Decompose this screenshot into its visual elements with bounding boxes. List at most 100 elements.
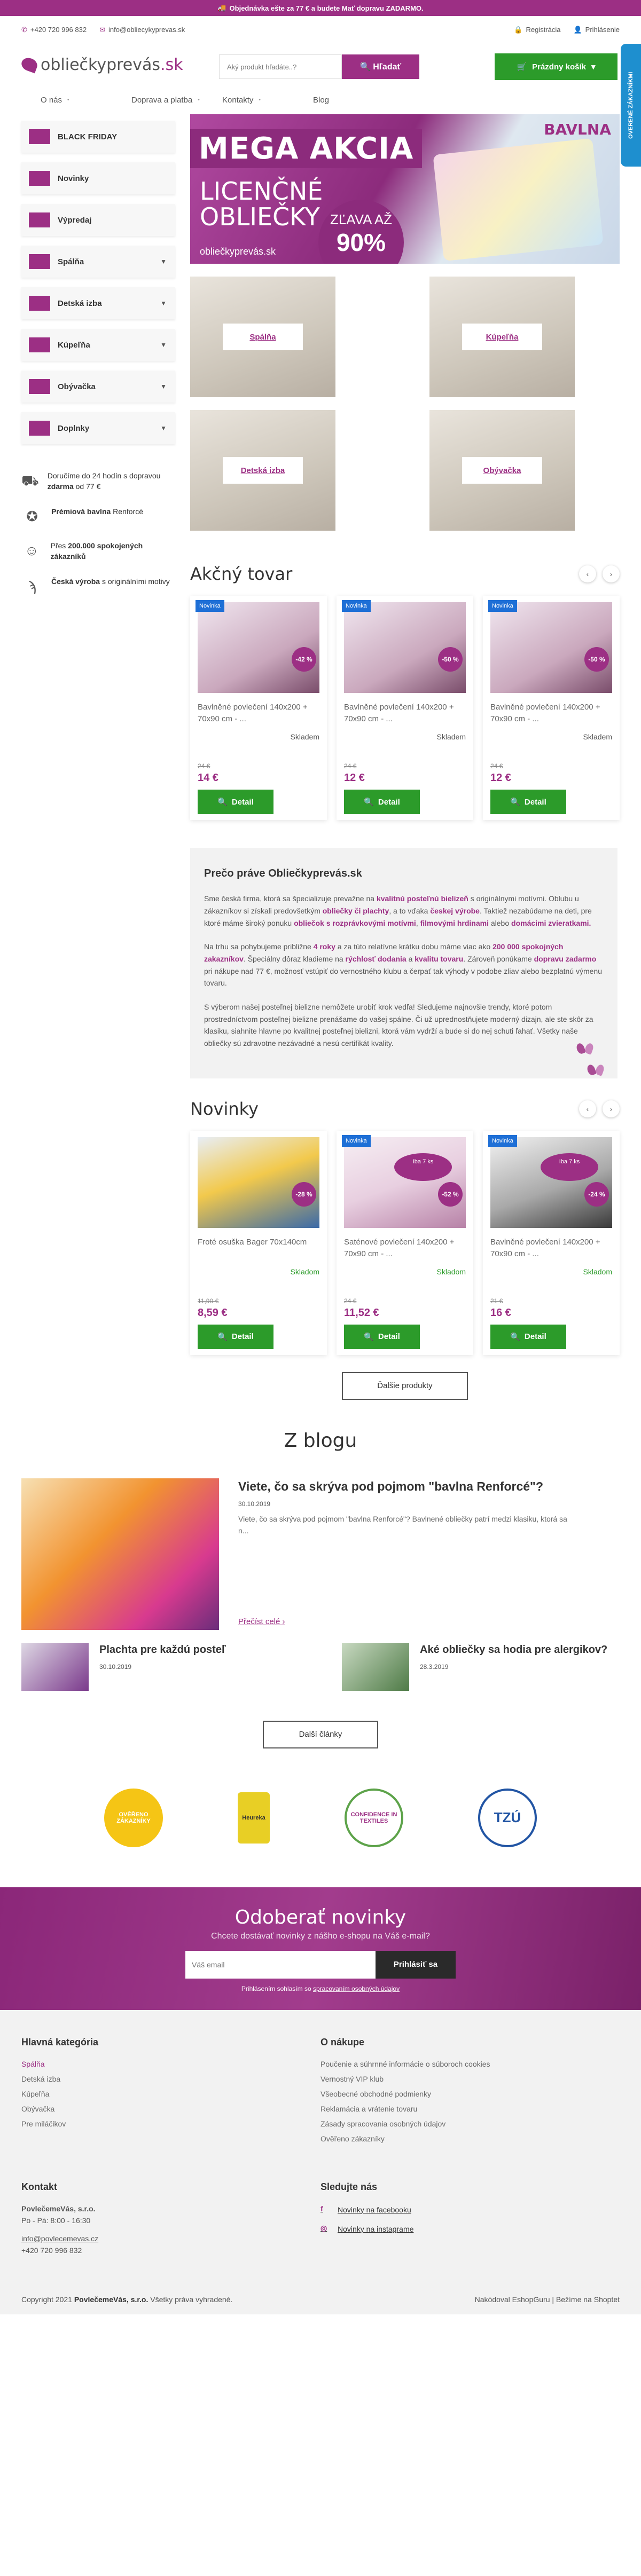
cart-button[interactable]: 🛒 Prázdny košík ▾ [495, 53, 617, 80]
footer-link[interactable]: Všeobecné obchodné podmienky [320, 2090, 620, 2098]
product-name[interactable]: Saténové povlečení 140x200 + 70x90 cm - … [344, 1236, 466, 1260]
tile-kupelna[interactable]: Kúpeľňa [429, 277, 575, 397]
nav-label: Doprava a platba [131, 95, 193, 105]
search-input[interactable] [219, 54, 342, 79]
footer-link[interactable]: Kúpeľňa [21, 2090, 320, 2098]
detail-button[interactable]: 🔍 Detail [490, 1324, 566, 1349]
footer-link[interactable]: Spálňa [21, 2060, 320, 2068]
register-link[interactable]: 🔒 Registrácia [514, 26, 560, 34]
chevron-down-icon[interactable]: ▼ [160, 300, 167, 307]
product-name[interactable]: Bavlněné povlečení 140x200 + 70x90 cm - … [344, 702, 466, 725]
product-card[interactable]: Novinka -42 % Bavlněné povlečení 140x200 … [190, 596, 327, 820]
chevron-left-icon[interactable]: ‹ [579, 565, 596, 582]
verified-customers-seal[interactable]: OVĚŘENO ZÁKAZNÍKY [104, 1788, 163, 1847]
limited-stock-badge: Iba 7 ks [394, 1153, 452, 1181]
newsletter-title: Odoberať novinky [234, 1906, 407, 1928]
product-image[interactable]: Novinka -42 % [196, 600, 319, 693]
more-products-button[interactable]: Ďalšie produkty [342, 1372, 468, 1400]
blog-post-image[interactable] [342, 1642, 409, 1691]
detail-button[interactable]: 🔍 Detail [490, 790, 566, 814]
footer-link[interactable]: Pre miláčikov [21, 2120, 320, 2128]
blog-main-post[interactable]: Viete, čo sa skrýva pod pojmom "bavlna R… [21, 1478, 620, 1630]
category-label: Spálňa [58, 257, 84, 266]
price: 12 € [490, 772, 511, 784]
product-image[interactable]: Novinka -50 % [488, 600, 612, 693]
product-name[interactable]: Bavlněné povlečení 140x200 + 70x90 cm - … [198, 702, 319, 725]
detail-button[interactable]: 🔍 Detail [344, 790, 420, 814]
chevron-down-icon[interactable]: ▼ [160, 258, 167, 265]
read-more-link[interactable]: Přečíst celé › [238, 1617, 285, 1626]
product-image[interactable]: Novinka -50 % [342, 600, 466, 693]
category-tiles: Spálňa Kúpeľňa Detská izba Obývačka [190, 277, 575, 543]
promo-banner[interactable]: MEGA AKCIA BAVLNA LICENČNÉ OBLIEČKY ZĽAVA… [190, 114, 620, 264]
price: 8,59 € [198, 1306, 228, 1319]
product-image[interactable]: -28 % [198, 1137, 319, 1228]
product-card[interactable]: Novinka Iba 7 ks -52 % Saténové povlečení … [337, 1130, 473, 1355]
product-card[interactable]: Novinka -50 % Bavlněné povlečení 140x200 … [483, 596, 620, 820]
chevron-down-icon[interactable]: ▼ [160, 383, 167, 390]
footer-link[interactable]: Ověřeno zákazníky [320, 2134, 620, 2143]
tile-detska-izba[interactable]: Detská izba [190, 410, 335, 531]
blog-small-post[interactable]: Aké obliečky sa hodia pre alergikov? 28.3… [342, 1642, 620, 1691]
footer-link[interactable]: Detská izba [21, 2075, 320, 2083]
sidebar-item-novinky[interactable]: Novinky [21, 162, 175, 194]
blog-small-post[interactable]: Plachta pre každú posteľ 30.10.2019 [21, 1642, 299, 1691]
stock-status: Skladem [583, 732, 612, 741]
chevron-right-icon[interactable]: › [603, 1100, 620, 1117]
blog-post-image[interactable] [21, 1642, 89, 1691]
email-link[interactable]: ✉ info@obliecykyprevas.sk [99, 26, 185, 34]
footer-link[interactable]: Reklamácia a vrátenie tovaru [320, 2105, 620, 2113]
product-name[interactable]: Froté osuška Bager 70x140cm [198, 1236, 319, 1260]
blog-post-title[interactable]: Plachta pre každú posteľ [99, 1643, 226, 1657]
product-name[interactable]: Bavlněné povlečení 140x200 + 70x90 cm - … [490, 702, 612, 725]
sidebar-item-doplnky[interactable]: Doplnky ▼ [21, 412, 175, 444]
credits-text[interactable]: Nakódoval EshopGuru | Bežíme na Shoptet [475, 2295, 620, 2304]
nav-blog[interactable]: Blog [313, 96, 382, 105]
nav-kontakty[interactable]: Kontakty • [222, 96, 292, 105]
phone-link[interactable]: ✆ +420 720 996 832 [21, 26, 87, 34]
nav-o-nas[interactable]: O nás • [41, 96, 110, 105]
footer-email[interactable]: info@povlecemevas.cz [21, 2234, 320, 2243]
chevron-down-icon[interactable]: ▼ [160, 424, 167, 432]
subscribe-button[interactable]: Prihlásiť sa [376, 1950, 456, 1979]
product-card[interactable]: Novinka Iba 7 ks -24 % Bavlněné povlečení … [483, 1130, 620, 1355]
footer-phone[interactable]: +420 720 996 832 [21, 2246, 320, 2255]
blog-post-title[interactable]: Aké obliečky sa hodia pre alergikov? [420, 1643, 607, 1657]
tile-spalna[interactable]: Spálňa [190, 277, 335, 397]
blog-post-title[interactable]: Viete, čo sa skrýva pod pojmom "bavlna R… [238, 1479, 569, 1494]
login-link[interactable]: 👤 Prihlásenie [573, 26, 620, 34]
sidebar-item-black-friday[interactable]: BLACK FRIDAY [21, 121, 175, 153]
sidebar-item-kupelna[interactable]: Kúpeľňa ▼ [21, 329, 175, 361]
search-button[interactable]: 🔍 Hľadať [342, 54, 419, 79]
nav-doprava[interactable]: Doprava a platba • [131, 96, 201, 105]
detail-button[interactable]: 🔍 Detail [198, 1324, 273, 1349]
product-name[interactable]: Bavlněné povlečení 140x200 + 70x90 cm - … [490, 1236, 612, 1260]
chevron-left-icon[interactable]: ‹ [579, 1100, 596, 1117]
product-image[interactable]: Novinka Iba 7 ks -52 % [342, 1135, 466, 1228]
sidebar-item-detska-izba[interactable]: Detská izba ▼ [21, 287, 175, 319]
sidebar-item-spalna[interactable]: Spálňa ▼ [21, 246, 175, 278]
footer-link[interactable]: Zásady spracovania osobných údajov [320, 2120, 620, 2128]
discount-badge: -52 % [438, 1181, 463, 1207]
detail-button[interactable]: 🔍 Detail [344, 1324, 420, 1349]
detail-button[interactable]: 🔍 Detail [198, 790, 273, 814]
chevron-down-icon[interactable]: ▼ [160, 341, 167, 349]
tile-obyvacka[interactable]: Obývačka [429, 410, 575, 531]
newsletter-email-input[interactable] [185, 1950, 376, 1979]
more-articles-button[interactable]: Další články [263, 1720, 378, 1748]
instagram-link[interactable]: ◎ Novinky na instagrame [320, 2224, 620, 2234]
product-card[interactable]: Novinka -50 % Bavlněné povlečení 140x200 … [337, 596, 473, 820]
site-logo[interactable]: obliečkyprevás .sk [19, 56, 183, 74]
footer-link[interactable]: Poučenie a súhrnné informácie o súboroch… [320, 2060, 620, 2068]
privacy-link[interactable]: spracovaním osobných údajov [313, 1985, 400, 1992]
chevron-right-icon[interactable]: › [603, 565, 620, 582]
heureka-seal[interactable]: Heureka [238, 1792, 270, 1844]
product-card[interactable]: -28 % Froté osuška Bager 70x140cm Sklado… [190, 1130, 327, 1355]
footer-link[interactable]: Obývačka [21, 2105, 320, 2113]
sidebar-item-vypredaj[interactable]: Výpredaj [21, 204, 175, 236]
sidebar-item-obyvacka[interactable]: Obývačka ▼ [21, 371, 175, 403]
product-image[interactable]: Novinka Iba 7 ks -24 % [488, 1135, 612, 1228]
facebook-link[interactable]: f Novinky na facebooku [320, 2204, 620, 2215]
blog-post-image[interactable] [21, 1478, 219, 1630]
footer-link[interactable]: Vernostný VIP klub [320, 2075, 620, 2083]
